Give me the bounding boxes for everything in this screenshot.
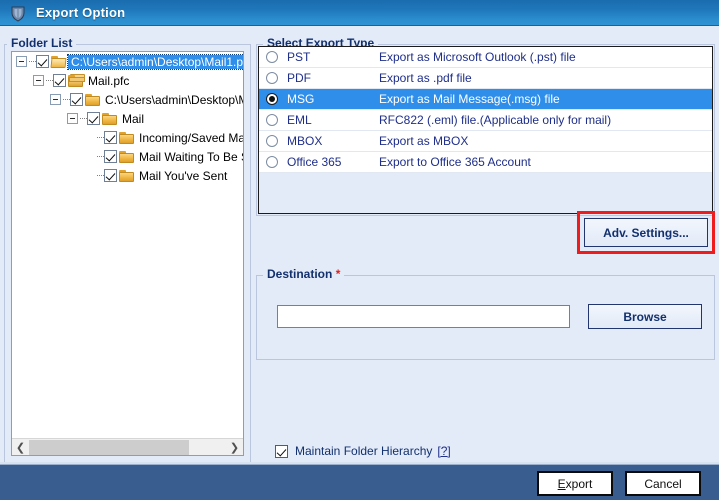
archive-folder-icon: [68, 73, 85, 88]
export-option-dialog: Export Option Folder List C:\Users\admin…: [0, 0, 719, 500]
adv-settings-button[interactable]: Adv. Settings...: [584, 218, 708, 247]
export-type-description: Export as .pdf file: [379, 71, 472, 85]
export-type-option-office-365[interactable]: Office 365 Export to Office 365 Account: [259, 152, 712, 173]
tree-collapse-icon[interactable]: [16, 56, 27, 67]
title-bar: Export Option: [0, 0, 719, 26]
export-type-name: PDF: [287, 71, 311, 85]
export-type-group: Select Export Type PST Export as Microsof…: [256, 36, 715, 216]
export-type-name: EML: [287, 113, 312, 127]
tree-item-label: Mail: [122, 111, 145, 126]
footer-bar: Export Cancel: [0, 462, 719, 500]
folder-icon: [119, 131, 136, 145]
tree-item-checkbox[interactable]: [87, 112, 100, 125]
export-type-name: MSG: [287, 92, 315, 106]
tree-item-checkbox[interactable]: [53, 74, 66, 87]
tree-connector-line: [97, 175, 104, 177]
radio-button[interactable]: [266, 93, 278, 105]
export-type-description: Export as Mail Message(.msg) file: [379, 92, 560, 106]
folder-list-group: Folder List C:\Users\admin\Desktop\Mail1…: [4, 36, 251, 463]
tree-item-checkbox[interactable]: [104, 169, 117, 182]
scrollbar-track[interactable]: [29, 438, 226, 455]
export-type-option-msg[interactable]: MSG Export as Mail Message(.msg) file: [259, 89, 712, 110]
radio-button[interactable]: [266, 156, 278, 168]
window-title: Export Option: [36, 5, 126, 20]
destination-group: Destination * Browse: [256, 267, 715, 360]
maintain-folder-hierarchy-row[interactable]: Maintain Folder Hierarchy [?]: [275, 444, 451, 458]
tree-item-checkbox[interactable]: [70, 93, 83, 106]
tree-item-label: Incoming/Saved Mai: [139, 130, 243, 145]
folder-list-legend: Folder List: [7, 36, 77, 50]
tree-item[interactable]: Mail You've Sent: [12, 166, 243, 185]
export-type-description: RFC822 (.eml) file.(Applicable only for …: [379, 113, 612, 127]
folder-tree-panel[interactable]: C:\Users\admin\Desktop\Mail1.pfc Mail.pfc…: [11, 51, 244, 456]
export-type-option-mbox[interactable]: MBOX Export as MBOX: [259, 131, 712, 152]
tree-connector-line: [46, 80, 53, 82]
destination-legend: Destination *: [263, 267, 345, 281]
folder-icon: [119, 169, 136, 183]
help-link[interactable]: [?]: [437, 444, 450, 458]
export-type-list[interactable]: PST Export as Microsoft Outlook (.pst) fi…: [258, 46, 713, 214]
tree-item[interactable]: C:\Users\admin\Desktop\M: [12, 90, 243, 109]
radio-button[interactable]: [266, 72, 278, 84]
maintain-folder-hierarchy-checkbox[interactable]: [275, 444, 288, 458]
tree-item[interactable]: Mail Waiting To Be S: [12, 147, 243, 166]
tree-item[interactable]: Incoming/Saved Mai: [12, 128, 243, 147]
tree-collapse-icon[interactable]: [50, 94, 61, 105]
tree-collapse-icon[interactable]: [33, 75, 44, 86]
radio-button[interactable]: [266, 114, 278, 126]
tree-item-checkbox[interactable]: [104, 131, 117, 144]
maintain-folder-hierarchy-label: Maintain Folder Hierarchy: [295, 444, 433, 458]
scroll-right-icon[interactable]: ❯: [226, 438, 243, 455]
tree-connector-line: [29, 61, 36, 63]
export-label-rest: xport: [565, 476, 593, 491]
folder-tree-horizontal-scrollbar[interactable]: ❮ ❯: [12, 438, 243, 455]
radio-button[interactable]: [266, 135, 278, 147]
export-type-description: Export as MBOX: [379, 134, 469, 148]
export-type-name: PST: [287, 50, 311, 64]
required-marker: *: [335, 267, 341, 281]
folder-icon: [102, 112, 119, 126]
cancel-button[interactable]: Cancel: [625, 471, 701, 496]
tree-item[interactable]: Mail.pfc: [12, 71, 243, 90]
tree-item-checkbox[interactable]: [36, 55, 49, 68]
destination-label: Destination: [267, 267, 333, 281]
radio-button[interactable]: [266, 51, 278, 63]
app-shield-icon: [8, 3, 28, 23]
tree-item-label: Mail.pfc: [88, 73, 130, 88]
destination-path-input[interactable]: [277, 305, 570, 328]
browse-button[interactable]: Browse: [588, 304, 702, 329]
export-type-description: Export to Office 365 Account: [379, 155, 531, 169]
export-type-option-pst[interactable]: PST Export as Microsoft Outlook (.pst) fi…: [259, 47, 712, 68]
tree-collapse-icon[interactable]: [67, 113, 78, 124]
export-button[interactable]: Export: [537, 471, 613, 496]
folder-icon: [119, 150, 136, 164]
scroll-left-icon[interactable]: ❮: [12, 438, 29, 455]
tree-connector-line: [97, 137, 104, 139]
folder-icon: [85, 93, 102, 107]
tree-item[interactable]: C:\Users\admin\Desktop\Mail1.pfc: [12, 52, 243, 71]
export-type-name: MBOX: [287, 134, 323, 148]
scrollbar-thumb[interactable]: [29, 439, 189, 455]
tree-connector-line: [63, 99, 70, 101]
tree-item-label: C:\Users\admin\Desktop\Mail1.pfc: [66, 53, 243, 70]
export-type-name: Office 365: [287, 155, 342, 169]
tree-connector-line: [80, 118, 87, 120]
export-accel-letter: E: [557, 476, 566, 491]
export-type-option-pdf[interactable]: PDF Export as .pdf file: [259, 68, 712, 89]
export-type-option-eml[interactable]: EML RFC822 (.eml) file.(Applicable only f…: [259, 110, 712, 131]
tree-item-checkbox[interactable]: [104, 150, 117, 163]
tree-item[interactable]: Mail: [12, 109, 243, 128]
export-type-description: Export as Microsoft Outlook (.pst) file: [379, 50, 576, 64]
tree-item-label: C:\Users\admin\Desktop\M: [105, 92, 243, 107]
tree-item-label: Mail You've Sent: [139, 168, 228, 183]
folder-tree[interactable]: C:\Users\admin\Desktop\Mail1.pfc Mail.pfc…: [12, 52, 243, 437]
folder-open-icon: [50, 55, 68, 69]
tree-item-label: Mail Waiting To Be S: [139, 149, 243, 164]
tree-connector-line: [97, 156, 104, 158]
